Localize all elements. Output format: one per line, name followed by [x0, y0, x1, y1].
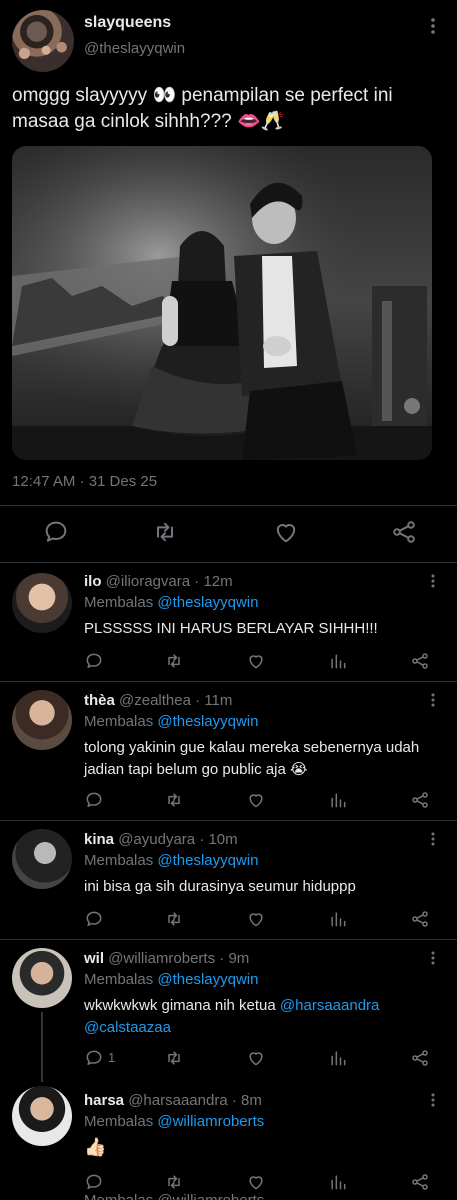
avatar[interactable]: [12, 10, 74, 72]
like-icon[interactable]: [246, 790, 266, 810]
reply-count: 1: [108, 1050, 116, 1065]
reply-action-bar: [84, 909, 444, 931]
tweet-text: omggg slayyyyy 👀 penampilan se perfect i…: [12, 85, 393, 132]
avatar[interactable]: [12, 948, 72, 1008]
retweet-icon[interactable]: [164, 651, 184, 671]
mention-link[interactable]: @williamroberts: [157, 1113, 264, 1130]
reply-item[interactable]: kina @ayudyara · 10m Membalas @theslayyq…: [0, 821, 457, 939]
replying-to: Membalas @theslayyqwin: [84, 713, 259, 730]
reply-item[interactable]: harsa @harsaaandra · 8m Membalas @willia…: [0, 1082, 457, 1200]
reply-text: PLSSSSS INI HARUS BERLAYAR SIHHH!!!: [84, 620, 378, 637]
cutoff-replying-to: Membalas @williamroberts: [84, 1192, 264, 1200]
replying-to: Membalas @theslayyqwin: [84, 971, 259, 988]
reply-time: 10m: [208, 831, 238, 848]
reply-icon[interactable]: [42, 518, 70, 546]
avatar[interactable]: [12, 1086, 72, 1146]
display-name[interactable]: wil: [84, 950, 104, 967]
tweet-action-bar: [0, 516, 457, 552]
avatar[interactable]: [12, 690, 72, 750]
reply-action-bar: 1: [84, 1048, 444, 1070]
handle[interactable]: @ayudyara: [118, 831, 195, 848]
mention-link[interactable]: @harsaaandra: [280, 997, 379, 1014]
views-icon[interactable]: [328, 1048, 348, 1068]
handle[interactable]: @williamroberts: [108, 950, 215, 967]
handle[interactable]: @harsaaandra: [128, 1092, 227, 1109]
share-icon[interactable]: [390, 518, 418, 546]
reply-action-bar: [84, 651, 444, 673]
reply-item[interactable]: ilo @ilioragvara · 12m Membalas @theslay…: [0, 563, 457, 681]
reply-text: wkwkwkwk gimana nih ketua @harsaaandra @…: [84, 997, 380, 1036]
reply-text: tolong yakinin gue kalau mereka sebenern…: [84, 739, 420, 778]
reply-action-bar: [84, 790, 444, 812]
like-icon[interactable]: [246, 651, 266, 671]
reply-time: 12m: [203, 573, 233, 590]
display-name[interactable]: slayqueens: [84, 14, 171, 32]
mention-link[interactable]: @theslayyqwin: [157, 594, 258, 611]
avatar[interactable]: [12, 573, 72, 633]
handle[interactable]: @ilioragvara: [106, 573, 190, 590]
reply-icon[interactable]: [84, 1172, 104, 1192]
replying-to: Membalas @theslayyqwin: [84, 852, 259, 869]
reply-text: 👍🏻: [84, 1137, 107, 1157]
views-icon[interactable]: [328, 790, 348, 810]
more-icon[interactable]: [425, 573, 441, 589]
mention-link[interactable]: @calstaazaa: [84, 1019, 171, 1036]
retweet-icon[interactable]: [164, 790, 184, 810]
more-icon[interactable]: [425, 692, 441, 708]
reply-text: ini bisa ga sih durasinya seumur hiduppp: [84, 878, 356, 895]
like-icon[interactable]: [272, 518, 300, 546]
like-icon[interactable]: [246, 1048, 266, 1068]
reply-icon[interactable]: [84, 1048, 104, 1068]
like-icon[interactable]: [246, 1172, 266, 1192]
handle[interactable]: @zealthea: [119, 692, 191, 709]
thread-line: [41, 1012, 43, 1082]
retweet-icon[interactable]: [164, 1048, 184, 1068]
timestamp: 12:47 AM · 31 Des 25: [12, 473, 158, 490]
replying-to: Membalas @theslayyqwin: [84, 594, 259, 611]
display-name[interactable]: ilo: [84, 573, 102, 590]
reply-item[interactable]: wil @williamroberts · 9m Membalas @thesl…: [0, 940, 457, 1082]
views-icon[interactable]: [328, 651, 348, 671]
share-icon[interactable]: [410, 909, 430, 929]
display-name[interactable]: harsa: [84, 1092, 124, 1109]
mention-link[interactable]: @theslayyqwin: [157, 971, 258, 988]
reply-item[interactable]: thèa @zealthea · 11m Membalas @theslayyq…: [0, 682, 457, 820]
more-icon[interactable]: [423, 16, 443, 36]
divider: [0, 505, 457, 506]
display-name[interactable]: thèa: [84, 692, 115, 709]
more-icon[interactable]: [425, 831, 441, 847]
more-icon[interactable]: [425, 950, 441, 966]
reply-icon[interactable]: [84, 790, 104, 810]
avatar[interactable]: [12, 829, 72, 889]
reply-time: 11m: [204, 692, 233, 709]
retweet-icon[interactable]: [151, 518, 179, 546]
handle[interactable]: @theslayyqwin: [84, 40, 185, 57]
main-tweet: slayqueens @theslayyqwin omggg slayyyyy …: [0, 0, 457, 568]
display-name[interactable]: kina: [84, 831, 114, 848]
reply-icon[interactable]: [84, 909, 104, 929]
more-icon[interactable]: [425, 1092, 441, 1108]
share-icon[interactable]: [410, 1172, 430, 1192]
views-icon[interactable]: [328, 909, 348, 929]
replying-to: Membalas @williamroberts: [84, 1113, 265, 1130]
share-icon[interactable]: [410, 651, 430, 671]
mention-link[interactable]: @theslayyqwin: [157, 852, 258, 869]
like-icon[interactable]: [246, 909, 266, 929]
reply-action-bar: [84, 1172, 444, 1194]
reply-icon[interactable]: [84, 651, 104, 671]
share-icon[interactable]: [410, 1048, 430, 1068]
share-icon[interactable]: [410, 790, 430, 810]
reply-time: 8m: [241, 1092, 262, 1109]
reply-time: 9m: [228, 950, 250, 967]
retweet-icon[interactable]: [164, 909, 184, 929]
retweet-icon[interactable]: [164, 1172, 184, 1192]
mention-link[interactable]: @theslayyqwin: [157, 713, 258, 730]
tweet-photo[interactable]: [12, 146, 432, 460]
views-icon[interactable]: [328, 1172, 348, 1192]
